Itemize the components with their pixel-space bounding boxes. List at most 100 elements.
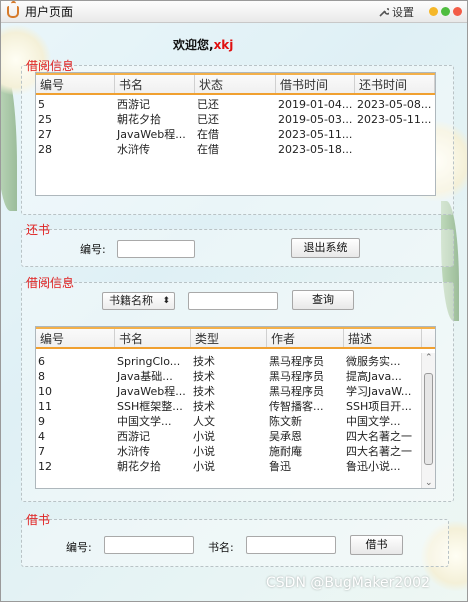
table-cell: 12 — [38, 460, 52, 473]
exit-system-button[interactable]: 退出系统 — [291, 238, 360, 258]
borrow-info-column-header[interactable]: 书名 — [115, 75, 195, 93]
table-cell: 陈文新 — [269, 415, 302, 428]
title-bar: 用户页面 设置 — [1, 1, 467, 23]
borrow-name-label: 书名: — [208, 541, 234, 554]
table-cell: 中国文学... — [117, 415, 172, 428]
table-cell: 小说 — [193, 460, 215, 473]
table-cell: 传智播客... — [269, 400, 324, 413]
table-row[interactable]: 28 水浒传 在借 2023-05-18... — [36, 142, 435, 157]
borrow-id-label: 编号: — [66, 541, 92, 554]
table-cell: SSH框架整... — [117, 400, 183, 413]
table-cell: 2023-05-18... — [278, 143, 353, 156]
table-cell: 27 — [38, 128, 52, 141]
wrench-icon — [379, 8, 389, 17]
table-cell: 9 — [38, 415, 45, 428]
borrow-name-input[interactable] — [246, 536, 336, 554]
book-list-column-header[interactable]: 类型 — [191, 329, 267, 347]
table-row[interactable]: 27 JavaWeb程... 在借 2023-05-11... — [36, 127, 435, 142]
welcome-message: 欢迎您,xkj — [173, 36, 233, 53]
table-cell: 朝花夕拾 — [117, 460, 161, 473]
table-cell: 鲁迅 — [269, 460, 291, 473]
scroll-down-icon[interactable]: ⌄ — [425, 478, 433, 488]
book-list-column-header[interactable]: 作者 — [267, 329, 344, 347]
table-cell: SSH项目开... — [346, 400, 412, 413]
table-cell: 10 — [38, 385, 52, 398]
table-cell: 微服务实... — [346, 355, 401, 368]
table-row[interactable]: 6 SpringClo... 技术 黑马程序员 微服务实... — [36, 354, 435, 369]
maximize-button[interactable] — [441, 7, 450, 16]
book-search-legend: 借阅信息 — [26, 276, 75, 290]
welcome-prefix: 欢迎您, — [173, 38, 214, 52]
search-field-selected: 书籍名称 — [109, 294, 153, 307]
book-list-table-body: 6 SpringClo... 技术 黑马程序员 微服务实... 8 Java基础... 技术黑… — [36, 349, 435, 474]
book-list-column-header[interactable]: 编号 — [36, 329, 115, 347]
table-cell: 四大名著之一 — [346, 445, 412, 458]
borrow-info-column-header[interactable]: 编号 — [36, 75, 115, 93]
settings-label: 设置 — [392, 6, 414, 19]
table-cell: 技术 — [193, 385, 215, 398]
table-row[interactable]: 25 朝花夕拾 已还 2019-05-03... 2023-05-11... — [36, 112, 435, 127]
borrow-info-column-header[interactable]: 状态 — [195, 75, 276, 93]
table-cell: 朝花夕拾 — [117, 113, 161, 126]
window-title: 用户页面 — [25, 5, 74, 19]
table-row[interactable]: 12 朝花夕拾 小说 鲁迅 鲁迅小说... — [36, 459, 435, 474]
return-id-label: 编号: — [80, 243, 106, 256]
table-cell: 28 — [38, 143, 52, 156]
table-cell: SpringClo... — [117, 355, 181, 368]
return-id-input[interactable] — [117, 240, 195, 258]
table-row[interactable]: 4 西游记 小说 吴承恩 四大名著之一 — [36, 429, 435, 444]
search-field-select[interactable]: 书籍名称 ⬍ — [102, 292, 175, 310]
table-cell: 人文 — [193, 415, 215, 428]
table-cell: 西游记 — [117, 98, 150, 111]
search-query-input[interactable] — [188, 292, 278, 310]
book-list-column-header[interactable]: 描述 — [344, 329, 422, 347]
table-row[interactable]: 8 Java基础... 技术 黑马程序员 提高Java... — [36, 369, 435, 384]
table-cell: 施耐庵 — [269, 445, 302, 458]
borrow-info-column-header[interactable]: 借书时间 — [276, 75, 355, 93]
table-cell: 小说 — [193, 430, 215, 443]
table-cell: 2023-05-08... — [357, 98, 432, 111]
borrow-info-column-header[interactable]: 还书时间 — [355, 75, 435, 93]
table-cell: 吴承恩 — [269, 430, 302, 443]
table-row[interactable]: 7 水浒传 小说 施耐庵 四大名著之一 — [36, 444, 435, 459]
book-search-panel: 借阅信息 书籍名称 ⬍ 查询 编号 书名 类型 作者 描述 6 SpringClo... 技… — [21, 276, 454, 502]
table-row[interactable]: 11 SSH框架整... 技术 传智播客... SSH项目开... — [36, 399, 435, 414]
welcome-username: xkj — [213, 38, 234, 52]
table-row[interactable]: 5 西游记 已还 2019-01-04... 2023-05-08... — [36, 97, 435, 112]
table-cell: 水浒传 — [117, 445, 150, 458]
table-cell: 8 — [38, 370, 45, 383]
table-cell: 水浒传 — [117, 143, 150, 156]
book-list-scrollbar[interactable]: ⌃ ⌄ — [421, 353, 435, 488]
table-cell: 在借 — [197, 143, 219, 156]
table-cell — [355, 127, 435, 142]
table-cell: 鲁迅小说... — [346, 460, 401, 473]
table-cell: 技术 — [193, 355, 215, 368]
table-cell: 11 — [38, 400, 52, 413]
table-cell: 技术 — [193, 370, 215, 383]
settings-button[interactable]: 设置 — [379, 4, 414, 20]
table-cell: 已还 — [197, 113, 219, 126]
search-button[interactable]: 查询 — [292, 290, 354, 310]
table-cell: 四大名著之一 — [346, 430, 412, 443]
table-row[interactable]: 9 中国文学... 人文 陈文新 中国文学... — [36, 414, 435, 429]
scrollbar-thumb[interactable] — [424, 372, 433, 465]
table-cell: 西游记 — [117, 430, 150, 443]
book-list-column-header[interactable]: 书名 — [115, 329, 191, 347]
app-window: 用户页面 设置 欢迎您,xkj 借阅信息 编号 书名 状态 借书时间 还书时间 5 西游记… — [0, 0, 468, 602]
borrow-button[interactable]: 借书 — [350, 535, 403, 555]
borrow-id-input[interactable] — [104, 536, 194, 554]
minimize-button[interactable] — [429, 7, 438, 16]
table-cell: 小说 — [193, 445, 215, 458]
close-button[interactable] — [453, 7, 462, 16]
table-cell: 技术 — [193, 400, 215, 413]
table-cell — [355, 142, 435, 157]
book-list-table-header: 编号 书名 类型 作者 描述 — [36, 327, 435, 349]
table-cell: 2023-05-11... — [278, 128, 353, 141]
return-book-legend: 还书 — [26, 223, 51, 237]
borrow-info-table-header: 编号 书名 状态 借书时间 还书时间 — [36, 73, 435, 95]
table-cell: 2019-01-04... — [278, 98, 353, 111]
borrow-book-legend: 借书 — [26, 513, 51, 527]
table-row[interactable]: 10 JavaWeb程... 技术 黑马程序员 学习JavaW... — [36, 384, 435, 399]
watermark: CSDN @BugMaker2002 — [266, 575, 430, 591]
scroll-up-icon[interactable]: ⌃ — [425, 353, 433, 363]
